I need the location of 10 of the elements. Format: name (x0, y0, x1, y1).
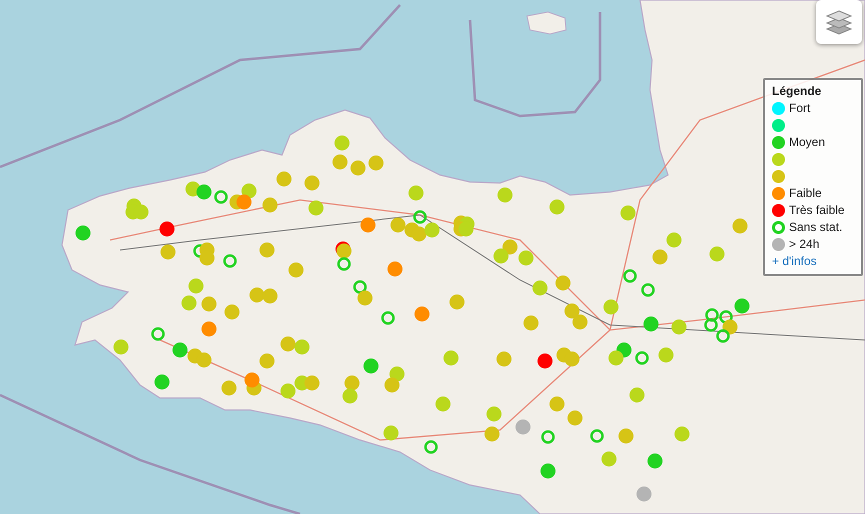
legend-label: Moyen (789, 134, 826, 151)
legend-label: Faible (789, 185, 822, 202)
legend-label: Très faible (789, 202, 845, 219)
legend-title: Légende (772, 83, 822, 100)
layers-button[interactable] (816, 0, 862, 44)
more-info-link[interactable]: + d'infos (772, 254, 817, 268)
layers-icon (825, 8, 853, 36)
legend-label: Sans stat. (789, 219, 842, 236)
legend-label: > 24h (789, 236, 820, 253)
legend-label: Fort (789, 100, 810, 117)
